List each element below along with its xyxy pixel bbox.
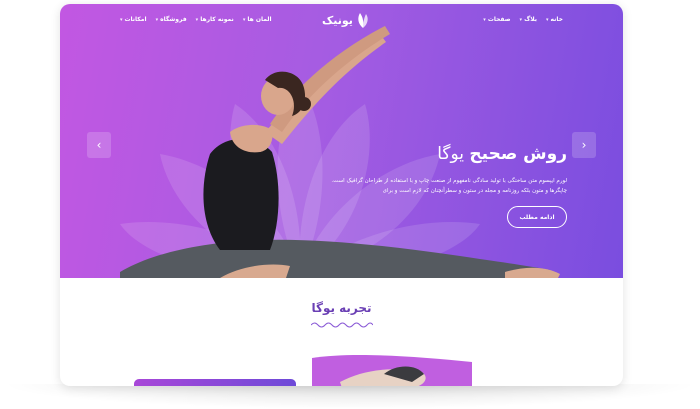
nav-item-home[interactable]: خانه ▾ bbox=[546, 16, 563, 23]
hero-title-rest: یوگا bbox=[437, 144, 464, 164]
nav-label: نمونه کارها bbox=[200, 16, 234, 23]
nav-item-shop[interactable]: فروشگاه ▾ bbox=[156, 16, 187, 23]
nav-label: امکانات bbox=[124, 16, 147, 23]
nav-item-elements[interactable]: المان ها ▾ bbox=[243, 16, 272, 23]
yoga-woman-image bbox=[120, 26, 560, 278]
nav-item-features[interactable]: امکانات ▾ bbox=[120, 16, 147, 23]
hero-title: روش صحیح یوگا bbox=[437, 144, 567, 164]
chevron-down-icon: ▾ bbox=[120, 16, 123, 23]
feature-card-gradient bbox=[134, 379, 296, 386]
chevron-down-icon: ▾ bbox=[483, 16, 486, 23]
leaf-icon bbox=[358, 13, 368, 28]
nav-label: بلاگ bbox=[524, 16, 538, 23]
wave-divider bbox=[311, 322, 373, 328]
chevron-right-icon: › bbox=[581, 138, 587, 152]
section-title: تجربه یوگا bbox=[311, 301, 372, 315]
nav-right-menu: خانه ▾ بلاگ ▾ صفحات ▾ bbox=[483, 16, 563, 23]
chevron-left-icon: ‹ bbox=[96, 138, 102, 152]
chevron-down-icon: ▾ bbox=[519, 16, 523, 23]
chevron-down-icon: ▾ bbox=[155, 16, 159, 23]
site-logo[interactable]: یونیک bbox=[322, 12, 370, 28]
top-navigation: خانه ▾ بلاگ ▾ صفحات ▾ یونیک المان ها ▾ نمونه… bbox=[60, 4, 623, 38]
frame-shadow bbox=[0, 384, 700, 409]
nav-label: فروشگاه bbox=[160, 16, 187, 23]
nav-item-portfolio[interactable]: نمونه کارها ▾ bbox=[196, 16, 234, 23]
nav-item-pages[interactable]: صفحات ▾ bbox=[483, 16, 510, 23]
feature-card-image bbox=[312, 355, 472, 386]
hero-title-bold: روش صحیح bbox=[469, 144, 567, 164]
hero-slider: خانه ▾ بلاگ ▾ صفحات ▾ یونیک المان ها ▾ نمونه… bbox=[60, 4, 623, 278]
nav-label: خانه bbox=[550, 16, 563, 23]
logo-text: یونیک bbox=[322, 13, 353, 27]
page: خانه ▾ بلاگ ▾ صفحات ▾ یونیک المان ها ▾ نمونه… bbox=[0, 0, 700, 409]
chevron-down-icon: ▾ bbox=[546, 16, 549, 23]
nav-item-blog[interactable]: بلاگ ▾ bbox=[520, 16, 537, 23]
nav-label: المان ها bbox=[247, 16, 272, 23]
read-more-button[interactable]: ادامه مطلب bbox=[507, 206, 567, 228]
chevron-down-icon: ▾ bbox=[242, 16, 246, 23]
chevron-down-icon: ▾ bbox=[195, 16, 199, 23]
slider-prev-button[interactable]: ‹ bbox=[87, 132, 111, 158]
nav-label: صفحات bbox=[487, 16, 511, 23]
website-preview-frame: خانه ▾ بلاگ ▾ صفحات ▾ یونیک المان ها ▾ نمونه… bbox=[60, 4, 623, 386]
hero-description: لورم ایپسوم متن ساختگی با تولید سادگی نا… bbox=[331, 178, 567, 194]
slider-next-button[interactable]: › bbox=[572, 132, 596, 158]
nav-left-menu: المان ها ▾ نمونه کارها ▾ فروشگاه ▾ امکانات ▾ bbox=[120, 16, 272, 23]
